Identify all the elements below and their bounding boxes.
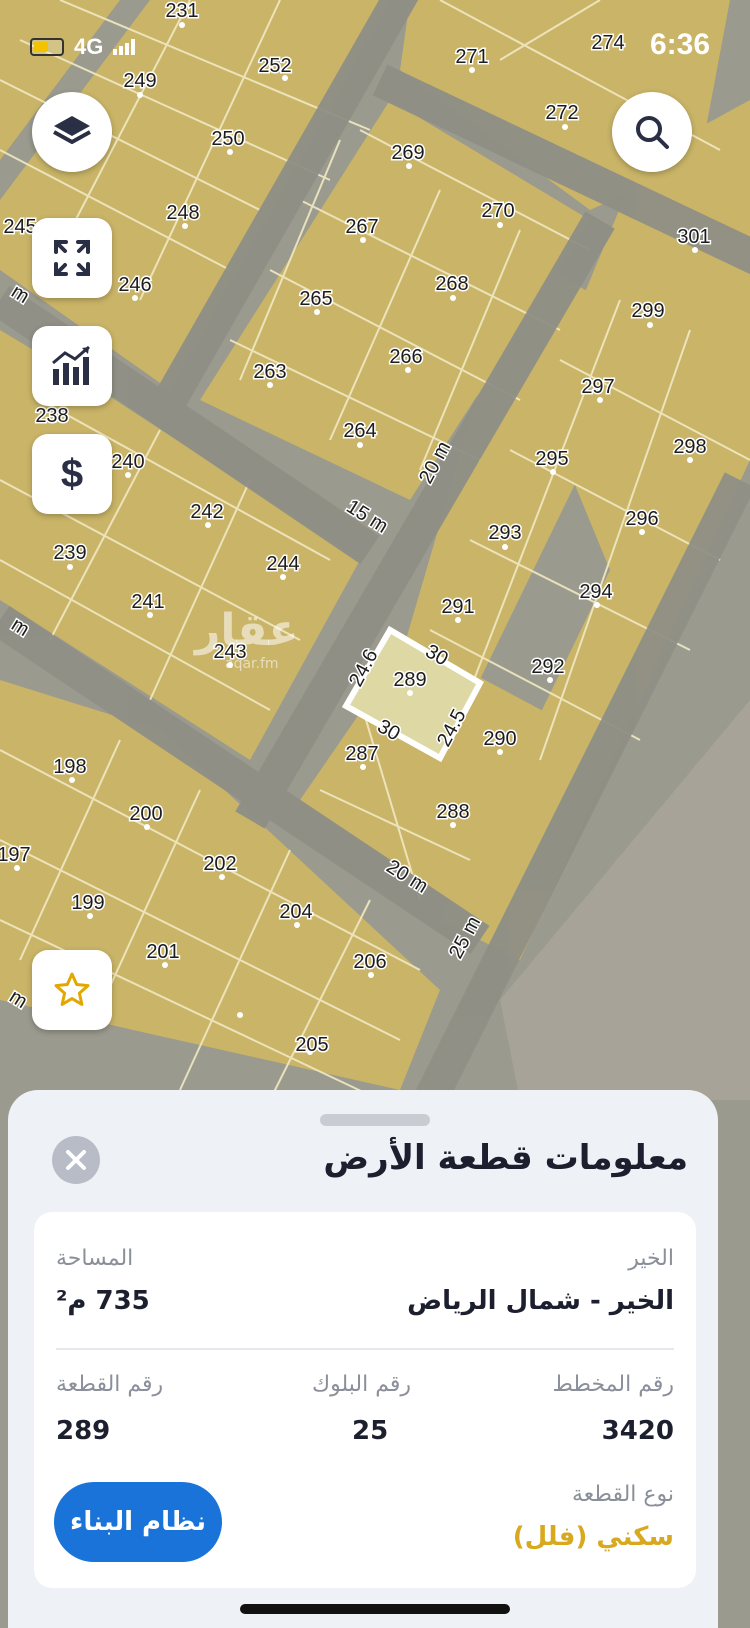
layers-icon: [53, 116, 91, 144]
parcel-number[interactable]: 204: [278, 900, 314, 925]
parcel-number[interactable]: 298: [672, 435, 708, 460]
battery-icon: [30, 38, 64, 56]
plot-details-card: الخير الخير - شمال الرياض المساحة 735 م²…: [34, 1212, 696, 1588]
area-label: المساحة: [56, 1246, 134, 1271]
parcel-number[interactable]: 206: [352, 950, 388, 975]
parcel-number[interactable]: 250: [210, 127, 246, 152]
parcel-number[interactable]: 266: [388, 345, 424, 370]
parcel-number[interactable]: 202: [202, 852, 238, 877]
parcel-number[interactable]: 244: [265, 552, 301, 577]
parcel-number[interactable]: 269: [390, 141, 426, 166]
parcel-number[interactable]: 205: [294, 1033, 330, 1058]
parcel-number[interactable]: 299: [630, 299, 666, 324]
parcel-number[interactable]: 246: [117, 273, 153, 298]
parcel-number[interactable]: 290: [482, 727, 518, 752]
parcel-number[interactable]: 240: [110, 450, 146, 475]
parcel-number[interactable]: 287: [344, 742, 380, 767]
clock: 6:36: [649, 28, 710, 61]
network-type: 4G: [74, 34, 104, 59]
plot-number-label: رقم القطعة: [56, 1372, 164, 1397]
parcel-number[interactable]: 199: [70, 891, 106, 916]
sheet-grabber[interactable]: [320, 1114, 430, 1126]
parcel-number[interactable]: 296: [624, 507, 660, 532]
watermark-domain: aqar.fm: [225, 656, 279, 672]
watermark-logo: عقار: [195, 605, 299, 656]
parcel-number[interactable]: 241: [130, 590, 166, 615]
parcel-number[interactable]: 249: [122, 69, 158, 94]
parcel-number[interactable]: 292: [530, 655, 566, 680]
block-number-label: رقم البلوك: [312, 1372, 412, 1397]
star-icon: [54, 972, 90, 1006]
plan-number-value: 3420: [601, 1416, 674, 1446]
close-button[interactable]: [52, 1136, 100, 1184]
parcel-number[interactable]: 200: [128, 802, 164, 827]
plot-type-label: نوع القطعة: [571, 1482, 674, 1507]
parcel-number[interactable]: 270: [480, 199, 516, 224]
plot-number-value: 289: [56, 1416, 111, 1446]
parcel-number[interactable]: 264: [342, 419, 378, 444]
district-label: الخير: [628, 1246, 674, 1271]
parcel-number[interactable]: 248: [165, 201, 201, 226]
search-icon: [636, 116, 669, 149]
parcel-number[interactable]: 293: [487, 521, 523, 546]
analytics-button[interactable]: [32, 326, 112, 406]
parcel-number[interactable]: 197: [0, 843, 32, 868]
close-icon: [66, 1150, 86, 1170]
signal-icon: [113, 39, 136, 55]
parcel-number[interactable]: 242: [189, 500, 225, 525]
parcel-number[interactable]: 238: [34, 404, 70, 429]
status-bar: 4G 6:36: [30, 28, 710, 68]
parcel-number[interactable]: 295: [534, 447, 570, 472]
parcel-number[interactable]: 297: [580, 375, 616, 400]
parcel-number[interactable]: 239: [52, 541, 88, 566]
sheet-title: معلومات قطعة الأرض: [323, 1138, 688, 1178]
plot-type-value: سكني (فلل): [512, 1522, 674, 1552]
parcel-number[interactable]: 268: [434, 272, 470, 297]
parcel-number[interactable]: 294: [578, 580, 614, 605]
chart-icon: [52, 345, 90, 385]
parcel-number[interactable]: 231: [164, 0, 200, 24]
dollar-icon: $: [60, 451, 84, 496]
parcel-number[interactable]: 272: [544, 101, 580, 126]
parcel-number[interactable]: 267: [344, 215, 380, 240]
area-value: 735 م²: [56, 1286, 150, 1316]
block-number-value: 25: [352, 1416, 389, 1446]
district-value: الخير - شمال الرياض: [407, 1286, 674, 1316]
layers-button[interactable]: [32, 92, 112, 172]
parcel-number[interactable]: 289: [392, 668, 428, 693]
parcel-number[interactable]: 291: [440, 595, 476, 620]
parcel-number[interactable]: 265: [298, 287, 334, 312]
plan-number-label: رقم المخطط: [552, 1372, 674, 1397]
fullscreen-button[interactable]: [32, 218, 112, 298]
favorite-button[interactable]: [32, 950, 112, 1030]
search-button[interactable]: [612, 92, 692, 172]
parcel-number[interactable]: 288: [435, 800, 471, 825]
parcel-number[interactable]: 198: [52, 755, 88, 780]
parcel-number[interactable]: 301: [676, 225, 712, 250]
watermark: عقار aqar.fm: [195, 605, 299, 672]
parcel-number[interactable]: 263: [252, 360, 288, 385]
building-regulations-button[interactable]: نظام البناء: [54, 1482, 222, 1562]
parcel-number[interactable]: 201: [145, 940, 181, 965]
plot-info-sheet: معلومات قطعة الأرض الخير الخير - شمال ال…: [8, 1090, 718, 1628]
expand-icon: [54, 240, 90, 276]
home-indicator[interactable]: [240, 1604, 510, 1614]
divider: [56, 1348, 674, 1350]
price-button[interactable]: $: [32, 434, 112, 514]
